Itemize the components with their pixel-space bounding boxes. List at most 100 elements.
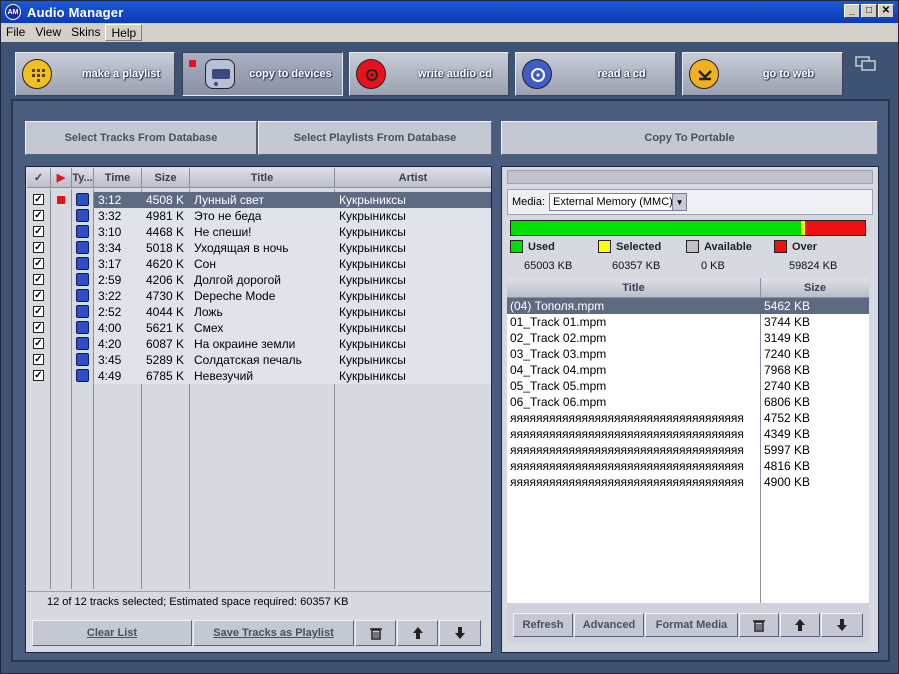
track-title: Не спеши! (194, 225, 252, 239)
track-size: 5018 K (146, 241, 185, 255)
col-type[interactable]: Ty... (72, 168, 94, 188)
capacity-bar (510, 220, 866, 236)
device-file-row[interactable]: яяяяяяяяяяяяяяяяяяяяяяяяяяяяяяяяяяяя 4816… (507, 458, 869, 474)
media-select[interactable]: External Memory (MMC) ▼ (549, 193, 688, 211)
track-row[interactable]: ✓ 3:12 4508 K Лунный свет Кукрыниксы (27, 192, 491, 208)
device-table-header: Title Size (507, 278, 869, 298)
menu-bar: File View Skins Help (1, 23, 898, 42)
track-checkbox[interactable]: ✓ (33, 226, 44, 237)
device-move-down-button[interactable] (821, 613, 863, 637)
menu-view[interactable]: View (30, 24, 66, 41)
device-file-row[interactable]: 02_Track 02.mpm 3149 KB (507, 330, 869, 346)
maximize-button[interactable]: □ (861, 4, 877, 18)
track-row[interactable]: ✓ 2:52 4044 K Ложь Кукрыниксы (27, 304, 491, 320)
burn-cd-icon (356, 59, 386, 89)
track-time: 2:52 (98, 305, 122, 319)
track-checkbox[interactable]: ✓ (33, 290, 44, 301)
track-checkbox[interactable]: ✓ (33, 370, 44, 381)
track-checkbox[interactable]: ✓ (33, 306, 44, 317)
device-file-title: 02_Track 02.mpm (510, 331, 607, 345)
track-row[interactable]: ✓ 4:20 6087 K На окраине земли Кукрыниксы (27, 336, 491, 352)
write-audio-cd-button[interactable]: write audio cd (349, 52, 509, 96)
clear-list-button[interactable]: Clear List (32, 620, 192, 646)
device-file-size: 7968 KB (764, 363, 811, 377)
device-file-row[interactable]: (04) Тополя.mpm 5462 KB (507, 298, 869, 314)
device-file-size: 7240 KB (764, 347, 811, 361)
save-playlist-button[interactable]: Save Tracks as Playlist (193, 620, 354, 646)
make-playlist-button[interactable]: make a playlist (15, 52, 175, 96)
col-size[interactable]: Size (142, 168, 190, 188)
col-device-size[interactable]: Size (761, 278, 869, 298)
close-button[interactable]: ✕ (878, 4, 894, 18)
refresh-button[interactable]: Refresh (513, 613, 573, 637)
col-check[interactable]: ✓ (27, 168, 51, 188)
device-file-row[interactable]: 05_Track 05.mpm 2740 KB (507, 378, 869, 394)
track-row[interactable]: ✓ 3:45 5289 K Солдатская печаль Кукрыниксы (27, 352, 491, 368)
track-row[interactable]: ✓ 3:22 4730 K Depeche Mode Кукрыниксы (27, 288, 491, 304)
available-label: Available (704, 240, 752, 253)
over-value: 59824 KB (789, 260, 838, 272)
advanced-button[interactable]: Advanced (574, 613, 644, 637)
delete-file-button[interactable] (739, 613, 779, 637)
portable-device-icon (205, 59, 235, 89)
track-row[interactable]: ✓ 4:00 5621 K Смех Кукрыниксы (27, 320, 491, 336)
col-device-title[interactable]: Title (507, 278, 761, 298)
track-row[interactable]: ✓ 4:49 6785 K Невезучий Кукрыниксы (27, 368, 491, 384)
track-checkbox[interactable]: ✓ (33, 354, 44, 365)
track-checkbox[interactable]: ✓ (33, 242, 44, 253)
device-file-row[interactable]: 06_Track 06.mpm 6806 KB (507, 394, 869, 410)
copy-to-devices-button[interactable]: copy to devices (182, 52, 343, 96)
select-tracks-button[interactable]: Select Tracks From Database (25, 121, 257, 155)
switch-view-icon[interactable] (855, 56, 877, 72)
capacity-legend: Used Selected Available Over 65003 KB 60… (510, 240, 870, 272)
device-file-row[interactable]: 04_Track 04.mpm 7968 KB (507, 362, 869, 378)
col-play[interactable]: ▶ (51, 168, 72, 188)
col-title[interactable]: Title (190, 168, 335, 188)
delete-track-button[interactable] (355, 620, 396, 646)
track-checkbox[interactable]: ✓ (33, 338, 44, 349)
audio-file-icon (76, 353, 89, 366)
track-title: Смех (194, 321, 224, 335)
menu-help[interactable]: Help (105, 24, 143, 41)
track-row[interactable]: ✓ 3:10 4468 K Не спеши! Кукрыниксы (27, 224, 491, 240)
device-file-row[interactable]: 03_Track 03.mpm 7240 KB (507, 346, 869, 362)
device-file-row[interactable]: 01_Track 01.mpm 3744 KB (507, 314, 869, 330)
menu-skins[interactable]: Skins (66, 24, 105, 41)
device-panel: Media: External Memory (MMC) ▼ Used Sele… (501, 166, 879, 653)
track-row[interactable]: ✓ 3:32 4981 K Это не беда Кукрыниксы (27, 208, 491, 224)
track-checkbox[interactable]: ✓ (33, 274, 44, 285)
device-file-row[interactable]: яяяяяяяяяяяяяяяяяяяяяяяяяяяяяяяяяяяя 4900… (507, 474, 869, 490)
track-row[interactable]: ✓ 3:17 4620 K Сон Кукрыниксы (27, 256, 491, 272)
device-file-row[interactable]: яяяяяяяяяяяяяяяяяяяяяяяяяяяяяяяяяяяя 4752… (507, 410, 869, 426)
move-up-button[interactable] (397, 620, 438, 646)
track-checkbox[interactable]: ✓ (33, 258, 44, 269)
track-artist: Кукрыниксы (339, 289, 406, 303)
minimize-button[interactable]: _ (844, 4, 860, 18)
col-artist[interactable]: Artist (335, 168, 491, 188)
col-time[interactable]: Time (94, 168, 142, 188)
device-file-row[interactable]: яяяяяяяяяяяяяяяяяяяяяяяяяяяяяяяяяяяя 4349… (507, 426, 869, 442)
dropdown-arrow-icon[interactable]: ▼ (672, 194, 687, 210)
move-down-button[interactable] (439, 620, 481, 646)
device-move-up-button[interactable] (780, 613, 820, 637)
read-cd-button[interactable]: read a cd (515, 52, 676, 96)
track-time: 4:00 (98, 321, 122, 335)
audio-file-icon (76, 289, 89, 302)
device-file-title: яяяяяяяяяяяяяяяяяяяяяяяяяяяяяяяяяяяя (510, 443, 744, 457)
track-size: 4508 K (142, 192, 190, 208)
menu-file[interactable]: File (1, 24, 30, 41)
track-artist: Кукрыниксы (339, 305, 406, 319)
select-playlists-button[interactable]: Select Playlists From Database (258, 121, 492, 155)
track-checkbox[interactable]: ✓ (33, 194, 44, 205)
track-row[interactable]: ✓ 2:59 4206 K Долгой дорогой Кукрыниксы (27, 272, 491, 288)
track-checkbox[interactable]: ✓ (33, 322, 44, 333)
go-to-web-button[interactable]: go to web (682, 52, 843, 96)
track-row[interactable]: ✓ 3:34 5018 K Уходящая в ночь Кукрыниксы (27, 240, 491, 256)
track-checkbox[interactable]: ✓ (33, 210, 44, 221)
format-media-button[interactable]: Format Media (645, 613, 738, 637)
track-artist: Кукрыниксы (339, 337, 406, 351)
device-file-size: 5462 KB (764, 299, 811, 313)
track-artist: Кукрыниксы (335, 192, 491, 208)
copy-to-portable-button[interactable]: Copy To Portable (501, 121, 878, 155)
device-file-row[interactable]: яяяяяяяяяяяяяяяяяяяяяяяяяяяяяяяяяяяя 5997… (507, 442, 869, 458)
